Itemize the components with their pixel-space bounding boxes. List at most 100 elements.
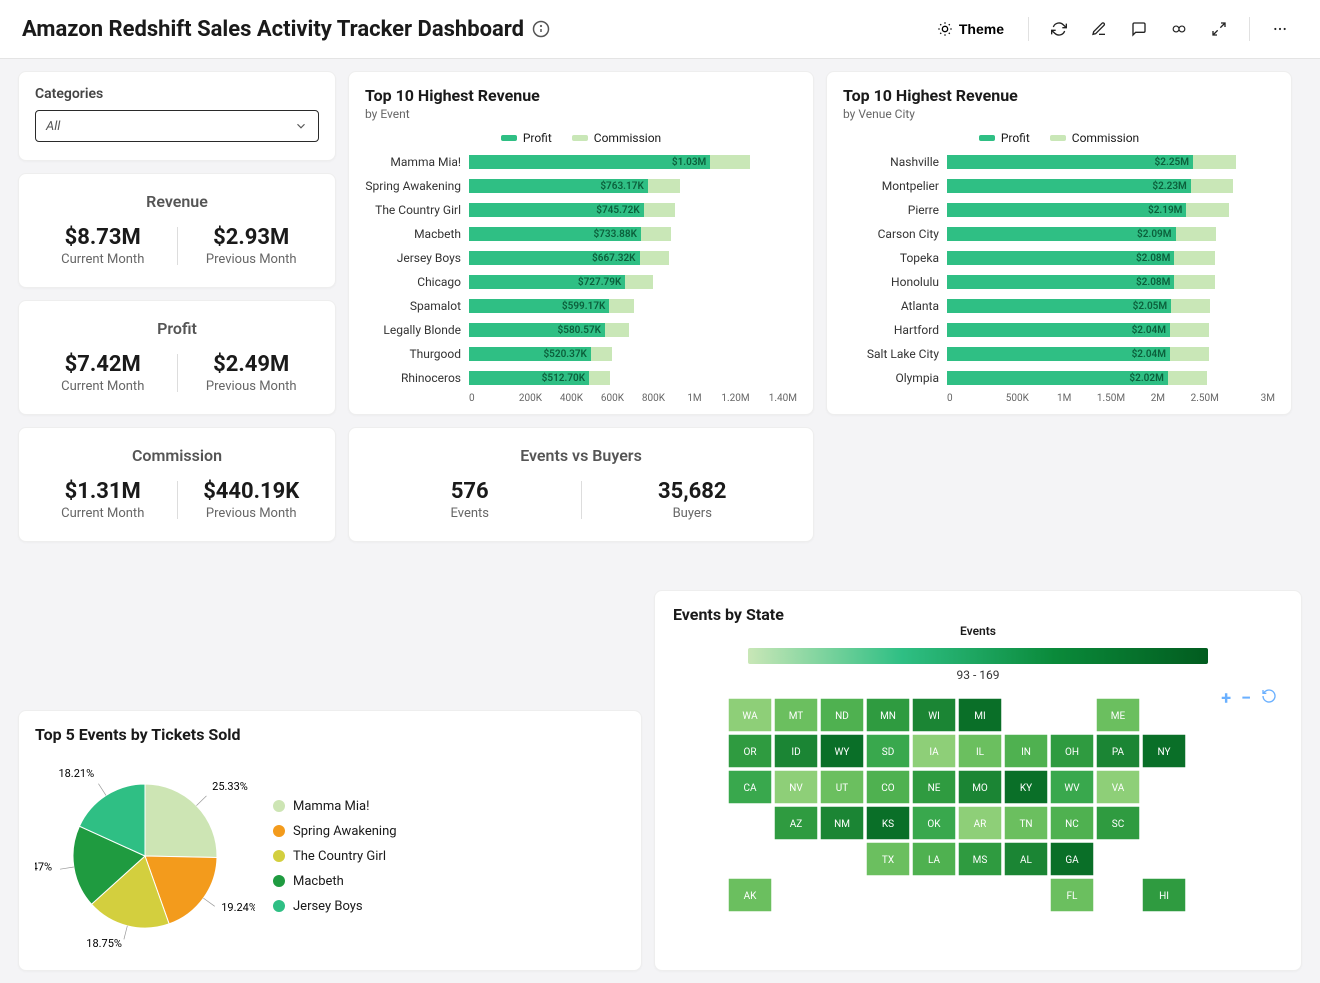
events-value: 576 <box>359 479 581 504</box>
profit-kpi-card: Profit $7.42MCurrent Month $2.49MPreviou… <box>18 300 336 415</box>
pie-legend-item[interactable]: Mamma Mia! <box>273 799 397 814</box>
bar-label: Chicago <box>365 275 461 289</box>
bar-row[interactable]: The Country Girl $745.72K <box>365 201 797 219</box>
bar-track: $512.70K <box>469 369 797 387</box>
dashboard-header: Amazon Redshift Sales Activity Tracker D… <box>0 0 1320 59</box>
bar-track: $1.03M <box>469 153 797 171</box>
bar-track: $2.04M <box>947 345 1275 363</box>
state-label: AZ <box>790 819 803 830</box>
bar-label: Pierre <box>843 203 939 217</box>
chart-title: Top 10 Highest Revenue <box>365 86 797 105</box>
bar-row[interactable]: Atlanta $2.05M <box>843 297 1275 315</box>
state-label: NC <box>1065 819 1079 830</box>
state-label: WI <box>928 711 940 722</box>
bar-label: Atlanta <box>843 299 939 313</box>
bar-row[interactable]: Montpelier $2.23M <box>843 177 1275 195</box>
theme-button[interactable]: Theme <box>925 15 1016 43</box>
bar-row[interactable]: Honolulu $2.08M <box>843 273 1275 291</box>
bar-track: $763.17K <box>469 177 797 195</box>
pie-legend-item[interactable]: Macbeth <box>273 874 397 889</box>
preview-button[interactable] <box>1161 12 1197 46</box>
bar-row[interactable]: Mamma Mia! $1.03M <box>365 153 797 171</box>
more-button[interactable] <box>1262 12 1298 46</box>
fullscreen-button[interactable] <box>1201 12 1237 46</box>
state-label: IA <box>929 747 939 758</box>
bar-track: $2.08M <box>947 249 1275 267</box>
pie-legend-label: Spring Awakening <box>293 824 397 839</box>
refresh-button[interactable] <box>1041 12 1077 46</box>
bar-row[interactable]: Rhinoceros $512.70K <box>365 369 797 387</box>
bar-label: Jersey Boys <box>365 251 461 265</box>
edit-button[interactable] <box>1081 12 1117 46</box>
state-label: MN <box>880 711 896 722</box>
state-label: ND <box>835 711 849 722</box>
kpi-sub: Previous Month <box>178 252 326 267</box>
bar-row[interactable]: Chicago $727.79K <box>365 273 797 291</box>
bar-row[interactable]: Nashville $2.25M <box>843 153 1275 171</box>
zoom-in-icon[interactable]: + <box>1221 688 1231 709</box>
revenue-by-city-chart: Top 10 Highest Revenue by Venue City Pro… <box>826 71 1292 415</box>
state-label: MI <box>974 711 985 722</box>
bar-track: $2.05M <box>947 297 1275 315</box>
kpi-sub: Previous Month <box>178 379 326 394</box>
state-label: IL <box>976 747 985 758</box>
state-label: PA <box>1112 747 1125 758</box>
bar-row[interactable]: Topeka $2.08M <box>843 249 1275 267</box>
bar-label: Spamalot <box>365 299 461 313</box>
bar-row[interactable]: Spamalot $599.17K <box>365 297 797 315</box>
pie-pct-label: 25.33% <box>212 780 248 793</box>
categories-select[interactable]: All <box>35 110 319 142</box>
bar-row[interactable]: Macbeth $733.88K <box>365 225 797 243</box>
pie-legend-item[interactable]: The Country Girl <box>273 849 397 864</box>
bar-track: $733.88K <box>469 225 797 243</box>
bar-row[interactable]: Olympia $2.02M <box>843 369 1275 387</box>
buyers-value: 35,682 <box>582 479 804 504</box>
x-axis: 0200K400K600K800K1M1.20M1.40M <box>469 393 797 404</box>
bar-label: Mamma Mia! <box>365 155 461 169</box>
bar-row[interactable]: Hartford $2.04M <box>843 321 1275 339</box>
x-axis: 0500K1M1.50M2M2.50M3M <box>947 393 1275 404</box>
chart-title: Top 5 Events by Tickets Sold <box>35 725 625 744</box>
us-map[interactable]: + − WAMTNDMNWIMIMEORIDWYSDIAILINOHPANYCA… <box>673 692 1283 956</box>
bar-row[interactable]: Spring Awakening $763.17K <box>365 177 797 195</box>
bar-row[interactable]: Salt Lake City $2.04M <box>843 345 1275 363</box>
comment-button[interactable] <box>1121 12 1157 46</box>
map-legend-label: Events <box>673 624 1283 638</box>
bar-row[interactable]: Legally Blonde $580.57K <box>365 321 797 339</box>
pie-legend-item[interactable]: Spring Awakening <box>273 824 397 839</box>
state-label: CO <box>881 783 895 794</box>
state-label: ME <box>1111 711 1126 722</box>
pie-slice[interactable] <box>145 784 217 857</box>
state-label: NY <box>1157 747 1170 758</box>
reset-icon[interactable] <box>1261 688 1277 709</box>
pie-legend-label: Macbeth <box>293 874 344 889</box>
info-icon[interactable] <box>532 20 550 38</box>
state-label: HI <box>1159 891 1169 902</box>
pie-legend: Mamma Mia! Spring Awakening The Country Gi… <box>273 799 397 914</box>
zoom-out-icon[interactable]: − <box>1241 688 1251 709</box>
state-label: NV <box>789 783 803 794</box>
bar-row[interactable]: Pierre $2.19M <box>843 201 1275 219</box>
bar-label: Thurgood <box>365 347 461 361</box>
categories-label: Categories <box>35 86 319 102</box>
categories-selected: All <box>46 119 60 134</box>
bar-row[interactable]: Jersey Boys $667.32K <box>365 249 797 267</box>
pie-legend-label: Jersey Boys <box>293 899 363 914</box>
pie-legend-item[interactable]: Jersey Boys <box>273 899 397 914</box>
bar-row[interactable]: Thurgood $520.37K <box>365 345 797 363</box>
commission-kpi-card: Commission $1.31MCurrent Month $440.19KP… <box>18 427 336 542</box>
bar-label: Legally Blonde <box>365 323 461 337</box>
page-title: Amazon Redshift Sales Activity Tracker D… <box>22 17 550 42</box>
state-label: VA <box>1112 783 1125 794</box>
bar-track: $2.08M <box>947 273 1275 291</box>
state-label: KS <box>882 819 894 830</box>
state-label: GA <box>1065 855 1079 866</box>
bar-row[interactable]: Carson City $2.09M <box>843 225 1275 243</box>
state-label: OR <box>743 747 756 758</box>
commission-title: Commission <box>132 446 222 465</box>
pie-pct-label: 18.47% <box>35 860 52 873</box>
bar-label: Macbeth <box>365 227 461 241</box>
revenue-by-event-chart: Top 10 Highest Revenue by Event Profit C… <box>348 71 814 415</box>
profit-current-value: $7.42M <box>29 352 177 377</box>
bar-track: $520.37K <box>469 345 797 363</box>
